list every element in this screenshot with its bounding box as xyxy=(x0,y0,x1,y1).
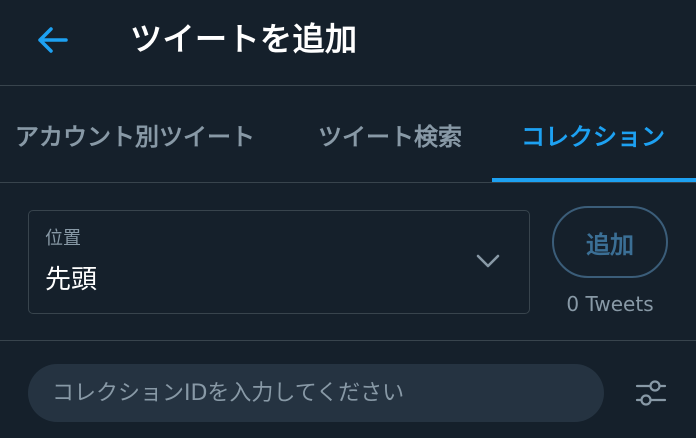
tab-collection[interactable]: コレクション xyxy=(500,86,686,182)
tab-tweet-search[interactable]: ツイート検索 xyxy=(300,86,480,182)
filter-button[interactable] xyxy=(630,372,672,414)
chevron-down-icon xyxy=(476,254,500,268)
position-select-label: 位置 xyxy=(45,228,81,249)
header: ツイートを追加 xyxy=(0,0,696,86)
add-button[interactable]: 追加 xyxy=(552,206,668,278)
active-tab-indicator xyxy=(492,178,696,182)
collection-id-input[interactable] xyxy=(28,364,604,422)
arrow-left-icon xyxy=(38,27,68,53)
page-title: ツイートを追加 xyxy=(130,20,358,58)
tweet-count: 0 Tweets xyxy=(566,292,654,316)
sliders-icon xyxy=(635,380,667,406)
back-button[interactable] xyxy=(30,22,76,58)
position-select[interactable]: 位置 先頭 xyxy=(28,210,530,314)
tab-bar: アカウント別ツイート ツイート検索 コレクション xyxy=(0,86,696,183)
tab-account-tweets[interactable]: アカウント別ツイート xyxy=(0,86,278,182)
position-select-value: 先頭 xyxy=(45,265,98,295)
divider xyxy=(0,340,696,341)
